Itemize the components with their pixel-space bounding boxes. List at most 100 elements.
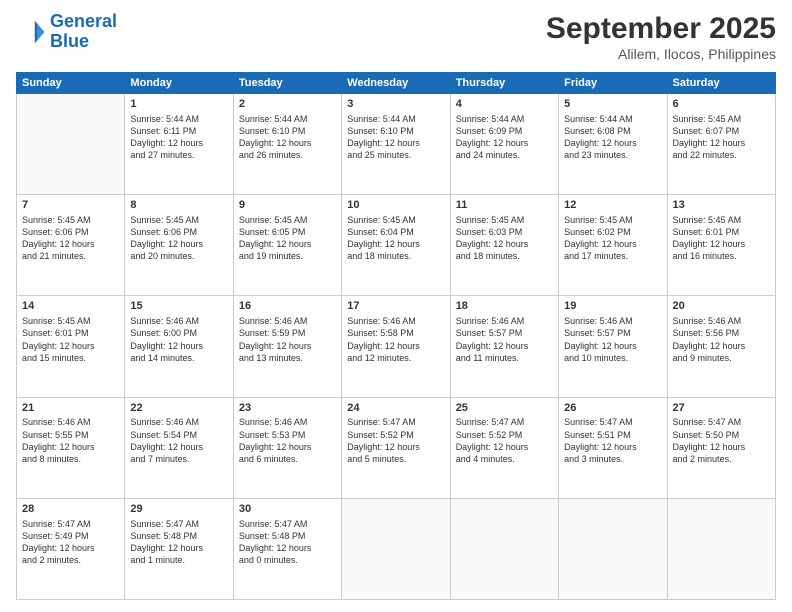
day-info-line: Sunset: 6:06 PM — [22, 226, 119, 238]
day-info-line: Daylight: 12 hours — [22, 441, 119, 453]
day-info-line: Daylight: 12 hours — [130, 137, 227, 149]
day-info-line: Sunrise: 5:45 AM — [673, 214, 770, 226]
table-row: 8Sunrise: 5:45 AMSunset: 6:06 PMDaylight… — [125, 195, 233, 296]
day-info-line: Daylight: 12 hours — [239, 441, 336, 453]
day-info-line: Sunset: 5:53 PM — [239, 429, 336, 441]
day-info-line: Daylight: 12 hours — [456, 137, 553, 149]
day-number: 3 — [347, 97, 444, 112]
day-info-line: Sunrise: 5:46 AM — [22, 416, 119, 428]
day-info-line: Sunrise: 5:44 AM — [564, 113, 661, 125]
day-info-line: Sunrise: 5:47 AM — [564, 416, 661, 428]
table-row: 28Sunrise: 5:47 AMSunset: 5:49 PMDayligh… — [17, 498, 125, 599]
day-number: 6 — [673, 97, 770, 112]
title-block: September 2025 Alilem, Ilocos, Philippin… — [546, 12, 776, 62]
day-info-line: Sunset: 5:51 PM — [564, 429, 661, 441]
day-number: 10 — [347, 198, 444, 213]
day-number: 28 — [22, 502, 119, 517]
table-row: 1Sunrise: 5:44 AMSunset: 6:11 PMDaylight… — [125, 94, 233, 195]
day-info-line: Daylight: 12 hours — [564, 238, 661, 250]
day-info-line: Daylight: 12 hours — [239, 340, 336, 352]
table-row: 13Sunrise: 5:45 AMSunset: 6:01 PMDayligh… — [667, 195, 775, 296]
day-info-line: Sunrise: 5:47 AM — [673, 416, 770, 428]
calendar-week-row: 14Sunrise: 5:45 AMSunset: 6:01 PMDayligh… — [17, 296, 776, 397]
day-info-line: Daylight: 12 hours — [347, 238, 444, 250]
day-number: 5 — [564, 97, 661, 112]
table-row: 23Sunrise: 5:46 AMSunset: 5:53 PMDayligh… — [233, 397, 341, 498]
day-info-line: Sunset: 5:58 PM — [347, 327, 444, 339]
day-info-line: Sunset: 6:11 PM — [130, 125, 227, 137]
day-info-line: Sunrise: 5:46 AM — [239, 315, 336, 327]
day-info-line: and 9 minutes. — [673, 352, 770, 364]
table-row: 29Sunrise: 5:47 AMSunset: 5:48 PMDayligh… — [125, 498, 233, 599]
day-number: 12 — [564, 198, 661, 213]
day-info-line: Daylight: 12 hours — [564, 441, 661, 453]
header-thursday: Thursday — [450, 73, 558, 94]
table-row: 19Sunrise: 5:46 AMSunset: 5:57 PMDayligh… — [559, 296, 667, 397]
day-number: 21 — [22, 401, 119, 416]
day-info-line: Sunrise: 5:47 AM — [239, 518, 336, 530]
day-info-line: and 8 minutes. — [22, 453, 119, 465]
day-number: 23 — [239, 401, 336, 416]
day-info-line: Sunset: 6:08 PM — [564, 125, 661, 137]
day-info-line: Sunrise: 5:44 AM — [239, 113, 336, 125]
calendar-week-row: 7Sunrise: 5:45 AMSunset: 6:06 PMDaylight… — [17, 195, 776, 296]
table-row: 2Sunrise: 5:44 AMSunset: 6:10 PMDaylight… — [233, 94, 341, 195]
day-number: 29 — [130, 502, 227, 517]
table-row: 16Sunrise: 5:46 AMSunset: 5:59 PMDayligh… — [233, 296, 341, 397]
day-number: 18 — [456, 299, 553, 314]
table-row: 25Sunrise: 5:47 AMSunset: 5:52 PMDayligh… — [450, 397, 558, 498]
day-number: 25 — [456, 401, 553, 416]
day-info-line: Sunset: 5:57 PM — [564, 327, 661, 339]
day-info-line: Daylight: 12 hours — [564, 137, 661, 149]
table-row — [342, 498, 450, 599]
day-info-line: Sunset: 5:48 PM — [130, 530, 227, 542]
table-row: 21Sunrise: 5:46 AMSunset: 5:55 PMDayligh… — [17, 397, 125, 498]
day-info-line: Sunrise: 5:47 AM — [347, 416, 444, 428]
day-info-line: Sunrise: 5:46 AM — [347, 315, 444, 327]
day-info-line: and 2 minutes. — [22, 554, 119, 566]
day-info-line: Sunrise: 5:45 AM — [347, 214, 444, 226]
day-info-line: Sunrise: 5:45 AM — [673, 113, 770, 125]
header-monday: Monday — [125, 73, 233, 94]
day-info-line: Sunrise: 5:44 AM — [347, 113, 444, 125]
day-info-line: and 25 minutes. — [347, 149, 444, 161]
day-info-line: and 18 minutes. — [456, 250, 553, 262]
calendar-week-row: 1Sunrise: 5:44 AMSunset: 6:11 PMDaylight… — [17, 94, 776, 195]
day-info-line: Sunset: 5:50 PM — [673, 429, 770, 441]
day-info-line: Daylight: 12 hours — [456, 340, 553, 352]
day-info-line: Sunset: 5:59 PM — [239, 327, 336, 339]
day-info-line: and 0 minutes. — [239, 554, 336, 566]
day-info-line: and 21 minutes. — [22, 250, 119, 262]
header-saturday: Saturday — [667, 73, 775, 94]
logo-line2: Blue — [50, 31, 89, 51]
table-row: 9Sunrise: 5:45 AMSunset: 6:05 PMDaylight… — [233, 195, 341, 296]
table-row — [667, 498, 775, 599]
day-info-line: Sunrise: 5:46 AM — [673, 315, 770, 327]
table-row: 22Sunrise: 5:46 AMSunset: 5:54 PMDayligh… — [125, 397, 233, 498]
table-row: 12Sunrise: 5:45 AMSunset: 6:02 PMDayligh… — [559, 195, 667, 296]
day-info-line: Sunrise: 5:46 AM — [239, 416, 336, 428]
day-info-line: and 5 minutes. — [347, 453, 444, 465]
logo: General Blue — [16, 12, 117, 52]
day-info-line: Daylight: 12 hours — [347, 340, 444, 352]
day-info-line: and 19 minutes. — [239, 250, 336, 262]
day-info-line: Sunset: 6:01 PM — [22, 327, 119, 339]
day-info-line: Daylight: 12 hours — [22, 238, 119, 250]
day-info-line: Sunrise: 5:45 AM — [22, 214, 119, 226]
day-info-line: and 16 minutes. — [673, 250, 770, 262]
day-info-line: Sunset: 5:52 PM — [347, 429, 444, 441]
day-info-line: Daylight: 12 hours — [239, 137, 336, 149]
day-info-line: Sunset: 5:54 PM — [130, 429, 227, 441]
table-row: 20Sunrise: 5:46 AMSunset: 5:56 PMDayligh… — [667, 296, 775, 397]
calendar-week-row: 28Sunrise: 5:47 AMSunset: 5:49 PMDayligh… — [17, 498, 776, 599]
location: Alilem, Ilocos, Philippines — [546, 46, 776, 62]
day-number: 20 — [673, 299, 770, 314]
table-row — [559, 498, 667, 599]
table-row — [17, 94, 125, 195]
day-info-line: Sunset: 6:09 PM — [456, 125, 553, 137]
day-info-line: and 24 minutes. — [456, 149, 553, 161]
day-info-line: and 26 minutes. — [239, 149, 336, 161]
day-info-line: Daylight: 12 hours — [673, 238, 770, 250]
day-info-line: Daylight: 12 hours — [456, 238, 553, 250]
day-info-line: Daylight: 12 hours — [22, 542, 119, 554]
